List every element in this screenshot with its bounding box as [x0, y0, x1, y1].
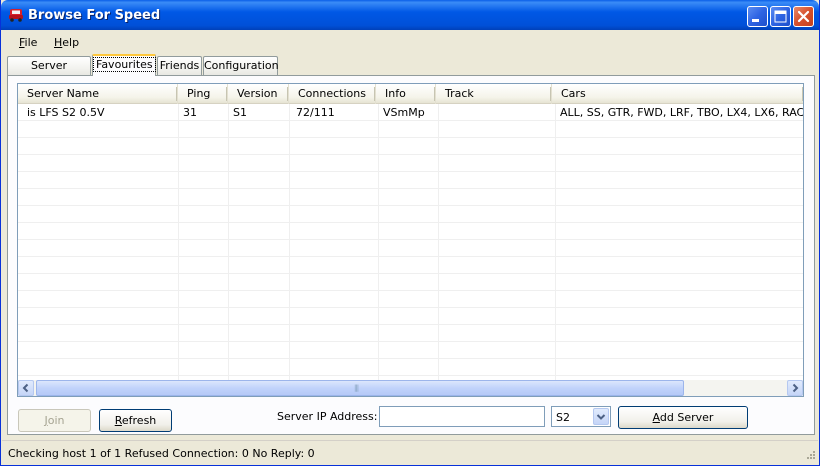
tab-configuration[interactable]: Configuration — [203, 56, 279, 75]
maximize-button[interactable] — [770, 6, 791, 27]
add-server-button[interactable]: Add Server — [618, 406, 748, 429]
close-icon — [797, 10, 810, 23]
column-header-track[interactable]: Track — [436, 84, 552, 104]
version-select[interactable]: S2 — [551, 406, 611, 427]
menu-file-label: ile — [24, 36, 38, 49]
join-label: oin — [47, 414, 65, 427]
column-gridline — [378, 104, 379, 380]
join-button[interactable]: Join — [18, 409, 91, 432]
column-gridline — [289, 104, 290, 380]
column-gridline — [178, 104, 179, 380]
cell-version: S1 — [233, 106, 247, 119]
menu-file[interactable]: File — [19, 36, 37, 49]
resize-grip-icon[interactable] — [804, 450, 816, 462]
column-header-ping[interactable]: Ping — [178, 84, 228, 104]
scroll-left-button[interactable] — [18, 380, 34, 396]
cell-ping: 31 — [183, 106, 197, 119]
scroll-thumb[interactable]: ||| — [36, 380, 684, 396]
server-ip-label: Server IP Address: — [277, 410, 378, 423]
server-ip-input[interactable] — [379, 406, 545, 427]
app-window: Browse For Speed File Help Server Browse… — [0, 0, 820, 466]
column-header-version[interactable]: Version — [228, 84, 289, 104]
menu-help[interactable]: Help — [54, 36, 79, 49]
refresh-mnemonic: R — [114, 414, 122, 427]
cell-cars: ALL, SS, GTR, FWD, LRF, TBO, LX4, LX6, R… — [560, 106, 803, 119]
window-title: Browse For Speed — [28, 8, 161, 23]
add-server-label: dd Server — [659, 411, 714, 424]
tab-favourites[interactable]: Favourites — [92, 54, 156, 76]
chevron-right-icon — [792, 383, 799, 393]
status-bar: Checking host 1 of 1 Refused Connection:… — [2, 440, 818, 464]
horizontal-scrollbar[interactable]: ||| — [18, 380, 803, 396]
title-bar[interactable]: Browse For Speed — [1, 0, 819, 30]
status-text: Checking host 1 of 1 Refused Connection:… — [8, 447, 315, 460]
refresh-button[interactable]: Refresh — [99, 409, 172, 432]
chevron-left-icon — [22, 383, 29, 393]
column-header-connections[interactable]: Connections — [289, 84, 376, 104]
cell-connections: 72/111 — [296, 106, 335, 119]
column-header-info[interactable]: Info — [376, 84, 436, 104]
menu-help-label: elp — [62, 36, 80, 49]
menu-bar: File Help — [2, 32, 818, 52]
row-gridlines — [18, 104, 803, 380]
cell-server-name: is LFS S2 0.5V — [27, 106, 105, 119]
minimize-icon — [752, 19, 759, 22]
tab-server-browser[interactable]: Server Browser — [7, 56, 91, 89]
column-header-cars[interactable]: Cars — [552, 84, 803, 104]
tab-friends[interactable]: Friends — [157, 56, 202, 75]
minimize-button[interactable] — [747, 6, 768, 27]
version-select-dropdown-button[interactable] — [593, 408, 609, 425]
tab-label: Favourites — [93, 57, 156, 72]
close-button[interactable] — [793, 6, 814, 27]
server-list[interactable]: Server Name Ping Version Connections Inf… — [17, 83, 804, 397]
scroll-grip: ||| — [354, 384, 359, 392]
tab-label: Configuration — [204, 59, 279, 72]
maximize-icon — [774, 10, 787, 23]
scroll-right-button[interactable] — [787, 380, 803, 396]
list-header: Server Name Ping Version Connections Inf… — [18, 84, 803, 104]
car-app-icon — [9, 9, 23, 22]
column-gridline — [438, 104, 439, 380]
cell-info: VSmMp — [383, 106, 425, 119]
column-header-server-name[interactable]: Server Name — [18, 84, 178, 104]
refresh-label: efresh — [121, 414, 157, 427]
tab-label: Friends — [159, 59, 200, 72]
chevron-down-icon — [596, 414, 606, 420]
list-body: is LFS S2 0.5V 31 S1 72/111 VSmMp ALL, S… — [18, 104, 803, 380]
add-server-mnemonic: A — [652, 411, 660, 424]
table-row[interactable]: is LFS S2 0.5V 31 S1 72/111 VSmMp ALL, S… — [18, 104, 803, 120]
column-gridline — [228, 104, 229, 380]
column-gridline — [555, 104, 556, 380]
version-select-value: S2 — [556, 411, 570, 424]
